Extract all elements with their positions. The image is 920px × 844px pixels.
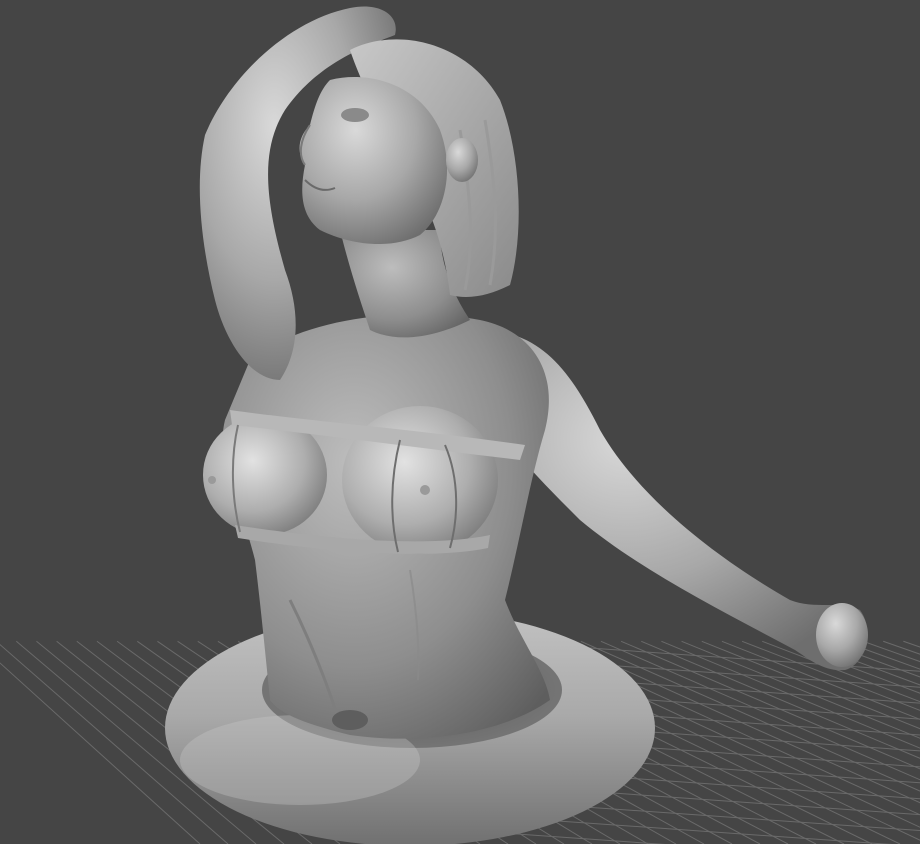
grid-line xyxy=(741,640,920,711)
viewport-canvas[interactable] xyxy=(0,0,920,844)
3d-viewport[interactable] xyxy=(0,0,920,844)
